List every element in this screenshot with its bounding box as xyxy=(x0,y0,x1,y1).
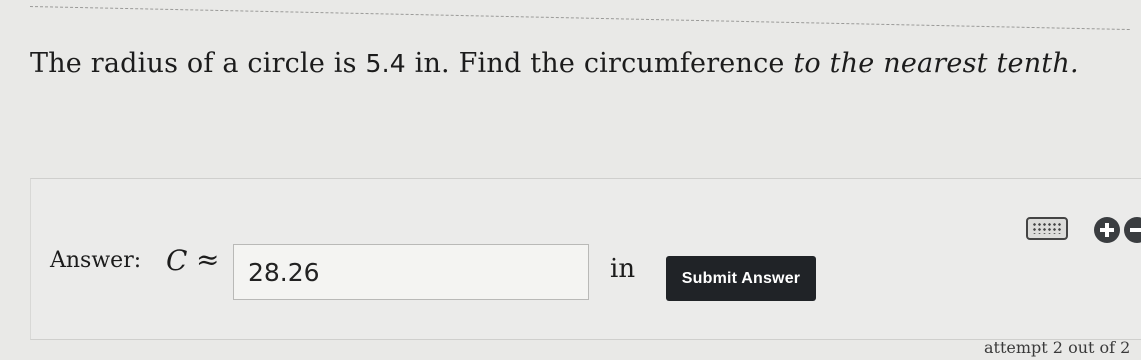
approx-symbol: ≈ xyxy=(196,243,220,276)
question-middle: in. Find the circumference xyxy=(405,48,794,79)
keypad-dots xyxy=(1032,222,1062,234)
plus-circle-icon[interactable] xyxy=(1094,217,1120,243)
unit-label: in xyxy=(610,254,636,284)
top-divider xyxy=(29,6,1130,31)
submit-answer-button[interactable]: Submit Answer xyxy=(666,256,816,301)
answer-input[interactable] xyxy=(233,244,589,300)
question-text: The radius of a circle is 5.4 in. Find t… xyxy=(30,48,1079,79)
question-prefix: The radius of a circle is xyxy=(30,48,366,79)
radius-value: 5.4 xyxy=(365,49,406,78)
answer-label: Answer: xyxy=(50,248,142,273)
circumference-variable: C xyxy=(166,244,188,277)
keypad-icon[interactable] xyxy=(1026,217,1068,240)
attempt-counter: attempt 2 out of 2 xyxy=(984,338,1131,357)
question-emphasis: to the nearest tenth. xyxy=(793,48,1079,79)
